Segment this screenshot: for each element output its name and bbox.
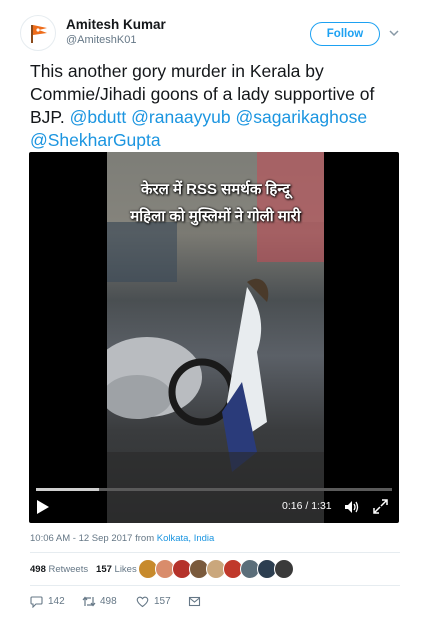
reply-icon	[30, 596, 43, 608]
likes-count[interactable]: 157	[96, 564, 112, 575]
retweet-count: 498	[100, 596, 117, 607]
progress-bar[interactable]	[36, 488, 392, 491]
tweet-timestamp[interactable]: 10:06 AM - 12 Sep 2017 from	[30, 533, 154, 544]
like-count: 157	[154, 596, 171, 607]
follow-button[interactable]: Follow	[310, 22, 380, 46]
mention-link[interactable]: @bdutt	[70, 107, 127, 127]
flag-icon	[31, 25, 47, 43]
reply-count: 142	[48, 596, 65, 607]
tweet-text: This another gory murder in Kerala by Co…	[30, 60, 410, 152]
retweets-count[interactable]: 498	[30, 564, 46, 575]
chevron-down-icon[interactable]	[388, 27, 400, 39]
divider	[30, 585, 400, 586]
likes-label[interactable]: Likes	[115, 564, 137, 575]
mention-link[interactable]: @sagarikaghose	[236, 107, 368, 127]
video-controls: 0:16 / 1:31	[29, 482, 399, 523]
retweet-icon	[82, 596, 96, 607]
user-name[interactable]: Amitesh Kumar	[66, 17, 166, 32]
volume-icon[interactable]	[344, 499, 360, 515]
avatar[interactable]	[20, 15, 56, 51]
video-caption-line1: केरल में RSS समर्थक हिन्दू	[141, 181, 290, 198]
video-time: 0:16 / 1:31	[282, 500, 332, 512]
fullscreen-icon[interactable]	[373, 499, 388, 514]
tweet-stats: 498 Retweets 157 Likes	[30, 564, 137, 575]
heart-icon	[136, 596, 149, 608]
divider	[30, 552, 400, 553]
progress-fill	[36, 488, 99, 491]
retweets-label[interactable]: Retweets	[49, 564, 89, 575]
mention-link[interactable]: @ShekharGupta	[30, 130, 161, 150]
liker-avatar[interactable]	[274, 559, 294, 579]
play-icon[interactable]	[36, 499, 50, 515]
tweet-actions: 142 498 157	[30, 594, 410, 612]
user-handle[interactable]: @AmiteshK01	[66, 34, 136, 46]
tweet-meta: 10:06 AM - 12 Sep 2017 from Kolkata, Ind…	[30, 533, 214, 544]
envelope-icon	[188, 596, 201, 607]
mention-link[interactable]: @ranaayyub	[131, 107, 231, 127]
video-frame[interactable]: केरल में RSS समर्थक हिन्दू महिला को मुस्…	[107, 152, 324, 523]
tweet-header: Amitesh Kumar @AmiteshK01 Follow	[0, 0, 426, 56]
location-link[interactable]: Kolkata, India	[157, 533, 215, 544]
video-caption-line2: महिला को मुस्लिमों ने गोली मारी	[130, 208, 301, 225]
video-player[interactable]: केरल में RSS समर्थक हिन्दू महिला को मुस्…	[29, 152, 399, 523]
